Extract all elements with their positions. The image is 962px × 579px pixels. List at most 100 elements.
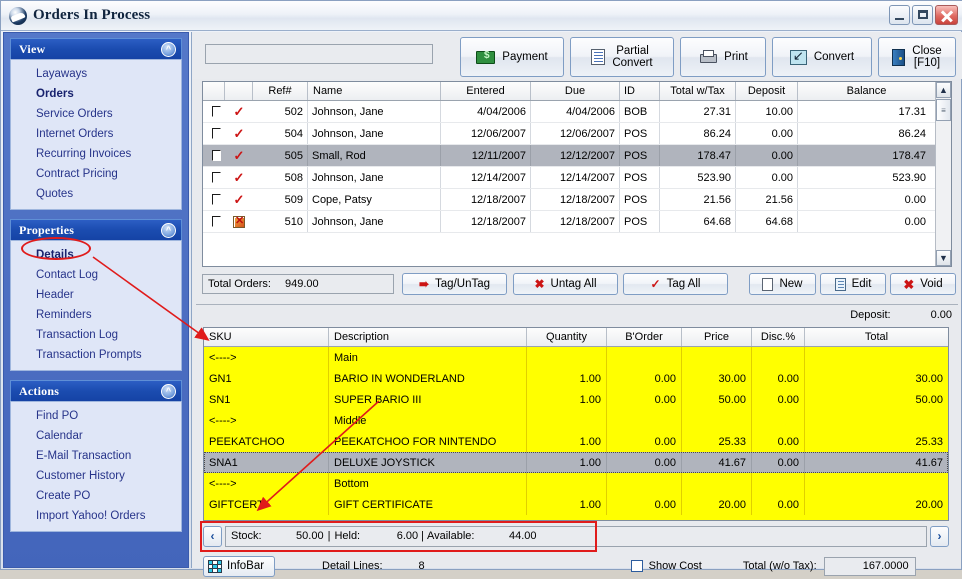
chevron-up-icon[interactable]: ^: [161, 42, 176, 57]
orders-table[interactable]: Ref# Name Entered Due ID Total w/Tax Dep…: [202, 81, 952, 267]
row-tag-checkbox[interactable]: [203, 167, 225, 188]
line-item-row[interactable]: SN1 SUPER BARIO III 1.00 0.00 50.00 0.00…: [204, 389, 948, 410]
sidebar-item-contract-pricing[interactable]: Contract Pricing: [11, 164, 181, 184]
sidebar-item-header[interactable]: Header: [11, 285, 181, 305]
line-item-row[interactable]: GN1 BARIO IN WONDERLAND 1.00 0.00 30.00 …: [204, 368, 948, 389]
column-header-total[interactable]: Total: [805, 328, 948, 346]
sidebar-panel-header-view[interactable]: View ^: [10, 38, 182, 59]
cell-sku: <---->: [204, 473, 329, 494]
sidebar-item-email-transaction[interactable]: E-Mail Transaction: [11, 446, 181, 466]
table-row[interactable]: ✓ 505 Small, Rod 12/11/2007 12/12/2007 P…: [203, 145, 951, 167]
close-button[interactable]: [935, 5, 958, 25]
cell-description: GIFT CERTIFICATE: [329, 494, 527, 515]
tag-untag-button[interactable]: ➠ Tag/UnTag: [402, 273, 507, 295]
sidebar-item-quotes[interactable]: Quotes: [11, 184, 181, 204]
line-item-row[interactable]: <----> Bottom: [204, 473, 948, 494]
column-header-deposit[interactable]: Deposit: [736, 82, 798, 100]
new-button[interactable]: New: [749, 273, 816, 295]
row-tag-checkbox[interactable]: [203, 101, 225, 122]
column-header-total-wtax[interactable]: Total w/Tax: [660, 82, 736, 100]
sidebar-item-reminders[interactable]: Reminders: [11, 305, 181, 325]
tag-untag-label: Tag/UnTag: [435, 278, 491, 290]
column-header-ref[interactable]: Ref#: [253, 82, 308, 100]
cell-disc: 0.00: [752, 452, 805, 473]
cell-quantity: [527, 473, 607, 494]
untag-all-label: Untag All: [550, 278, 597, 290]
cell-description: DELUXE JOYSTICK: [329, 452, 527, 473]
column-header-due[interactable]: Due: [531, 82, 620, 100]
minimize-button[interactable]: [889, 5, 910, 25]
row-tag-checkbox[interactable]: [203, 123, 225, 144]
sidebar-item-recurring-invoices[interactable]: Recurring Invoices: [11, 144, 181, 164]
cell-price: [682, 347, 752, 368]
line-item-row[interactable]: <----> Middle: [204, 410, 948, 431]
line-item-row[interactable]: <----> Main: [204, 347, 948, 368]
infobar-button[interactable]: InfoBar: [203, 555, 275, 577]
sidebar-item-create-po[interactable]: Create PO: [11, 486, 181, 506]
payment-button[interactable]: Payment: [460, 37, 564, 77]
line-item-row[interactable]: SNA1 DELUXE JOYSTICK 1.00 0.00 41.67 0.0…: [204, 452, 948, 473]
row-status-icon: ✓: [225, 189, 253, 210]
line-item-row[interactable]: GIFTCERT GIFT CERTIFICATE 1.00 0.00 20.0…: [204, 494, 948, 515]
sidebar-item-service-orders[interactable]: Service Orders: [11, 104, 181, 124]
void-button[interactable]: ✖ Void: [890, 273, 956, 295]
column-header-price[interactable]: Price: [682, 328, 752, 346]
search-input[interactable]: [205, 44, 433, 64]
maximize-button[interactable]: [912, 5, 933, 25]
sidebar-item-orders[interactable]: Orders: [11, 84, 181, 104]
close-f10-button[interactable]: Close [F10]: [878, 37, 956, 77]
sidebar-item-transaction-prompts[interactable]: Transaction Prompts: [11, 345, 181, 365]
convert-button[interactable]: Convert: [772, 37, 872, 77]
row-tag-checkbox[interactable]: [203, 211, 225, 232]
sidebar-panel-header-properties[interactable]: Properties ^: [10, 219, 182, 240]
column-header-id[interactable]: ID: [620, 82, 660, 100]
scrollbar-thumb[interactable]: ≡: [936, 99, 951, 121]
sidebar-item-internet-orders[interactable]: Internet Orders: [11, 124, 181, 144]
column-header-name[interactable]: Name: [308, 82, 441, 100]
chevron-up-icon[interactable]: ^: [161, 384, 176, 399]
chevron-right-icon[interactable]: ›: [930, 525, 949, 547]
column-header-balance[interactable]: Balance: [798, 82, 935, 100]
sidebar-item-layaways[interactable]: Layaways: [11, 64, 181, 84]
sidebar-item-customer-history[interactable]: Customer History: [11, 466, 181, 486]
column-header-status[interactable]: [225, 82, 253, 100]
cell-quantity: 1.00: [527, 389, 607, 410]
column-header-description[interactable]: Description: [329, 328, 527, 346]
partial-convert-button[interactable]: Partial Convert: [570, 37, 674, 77]
table-row[interactable]: ✓ 508 Johnson, Jane 12/14/2007 12/14/200…: [203, 167, 951, 189]
column-header-sku[interactable]: SKU: [204, 328, 329, 346]
row-tag-checkbox[interactable]: [203, 189, 225, 210]
column-header-border[interactable]: B'Order: [607, 328, 682, 346]
column-header-disc[interactable]: Disc.%: [752, 328, 805, 346]
table-row[interactable]: ✓ 509 Cope, Patsy 12/18/2007 12/18/2007 …: [203, 189, 951, 211]
chevron-down-icon[interactable]: ▼: [936, 250, 951, 266]
sidebar-item-import-yahoo-orders[interactable]: Import Yahoo! Orders: [11, 506, 181, 526]
show-cost-checkbox[interactable]: [630, 560, 643, 572]
table-row[interactable]: 510 Johnson, Jane 12/18/2007 12/18/2007 …: [203, 211, 951, 233]
print-button[interactable]: Print: [680, 37, 766, 77]
column-header-tag[interactable]: [203, 82, 225, 100]
sidebar-panel-header-actions[interactable]: Actions ^: [10, 380, 182, 401]
chevron-left-icon[interactable]: ‹: [203, 525, 222, 547]
sidebar-item-details[interactable]: Details: [11, 245, 181, 265]
row-tag-checkbox[interactable]: [203, 145, 225, 166]
table-row[interactable]: ✓ 504 Johnson, Jane 12/06/2007 12/06/200…: [203, 123, 951, 145]
column-header-entered[interactable]: Entered: [441, 82, 531, 100]
tag-all-button[interactable]: ✓ Tag All: [623, 273, 728, 295]
column-header-quantity[interactable]: Quantity: [527, 328, 607, 346]
show-cost-label: Show Cost: [648, 560, 702, 572]
detail-panel: Deposit: 0.00 SKU Description Quantity B…: [196, 304, 958, 577]
orders-table-scrollbar[interactable]: ▲ ≡ ▼: [935, 82, 951, 266]
line-item-row[interactable]: PEEKATCHOO PEEKATCHOO FOR NINTENDO 1.00 …: [204, 431, 948, 452]
chevron-up-icon[interactable]: ▲: [936, 82, 951, 98]
edit-button[interactable]: Edit: [820, 273, 886, 295]
chevron-up-icon[interactable]: ^: [161, 223, 176, 238]
line-items-table[interactable]: SKU Description Quantity B'Order Price D…: [203, 327, 949, 521]
sidebar-item-calendar[interactable]: Calendar: [11, 426, 181, 446]
untag-all-button[interactable]: ✖ Untag All: [513, 273, 618, 295]
table-row[interactable]: ✓ 502 Johnson, Jane 4/04/2006 4/04/2006 …: [203, 101, 951, 123]
cell-deposit: 64.68: [736, 211, 798, 232]
sidebar-item-find-po[interactable]: Find PO: [11, 406, 181, 426]
sidebar-item-contact-log[interactable]: Contact Log: [11, 265, 181, 285]
sidebar-item-transaction-log[interactable]: Transaction Log: [11, 325, 181, 345]
